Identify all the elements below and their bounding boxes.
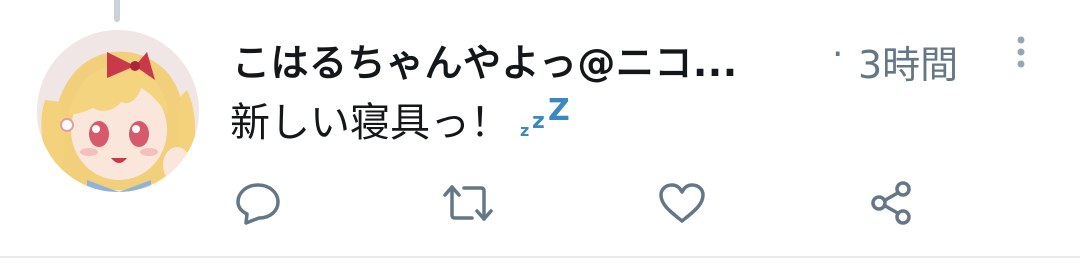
tweet-divider [0,256,1080,258]
display-name[interactable]: こはるちゃんやよっ@ニコ... [232,32,738,87]
separator-dot: · [832,34,844,75]
share-icon[interactable] [864,178,920,228]
retweet-icon[interactable] [440,178,496,228]
reply-icon[interactable] [230,178,286,228]
tweet-text-content: 新しい寝具っ！ [230,100,510,146]
timestamp[interactable]: 3時間 [858,34,958,89]
svg-text:z: z [520,121,529,140]
avatar[interactable] [37,30,199,192]
svg-text:z: z [532,109,545,134]
tweet-header: こはるちゃんやよっ@ニコ... · 3時間 [232,28,1032,88]
zzz-icon: z z Z [516,93,576,152]
avatar-image [37,30,199,192]
tweet-actions [230,178,950,228]
svg-text:Z: Z [548,98,570,128]
thread-line [114,0,120,22]
heart-icon[interactable] [654,178,710,228]
more-vertical-icon[interactable] [1008,32,1034,72]
tweet-text: 新しい寝具っ！ z z Z [230,90,576,152]
